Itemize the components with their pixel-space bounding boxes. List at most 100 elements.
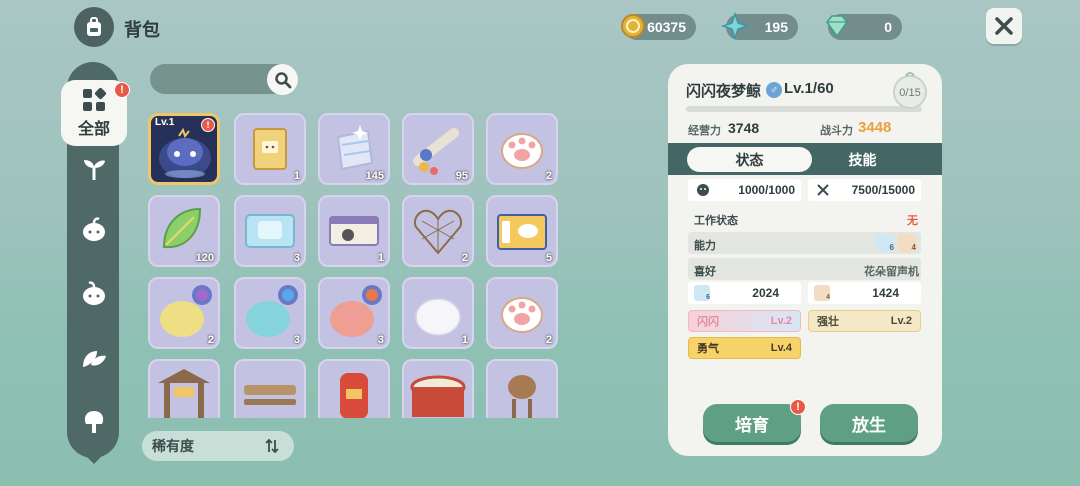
train-alert-badge: ! [790,399,806,415]
ability-label: 能力 [694,240,716,252]
sort-order-icon [265,438,279,454]
inventory-slot-bench[interactable] [234,359,306,418]
inventory-slot-selected-pet[interactable]: Lv.1 ! [148,113,220,185]
trait-level: Lv.4 [770,342,792,354]
tower-icon [508,375,536,418]
item-count: 3 [293,334,300,346]
like-label: 喜好 [694,266,716,278]
inventory-slot-yellow-slime[interactable]: 2 [148,277,220,349]
pet-name: 闪闪夜梦鲸 [686,83,762,100]
close-icon [995,17,1013,35]
face-icon [697,184,709,196]
coin-icon [618,11,648,41]
inventory-slot-shrine[interactable] [148,359,220,418]
pet-level: Lv.1/60 [784,80,834,97]
search-button[interactable] [267,64,298,95]
pet-xp-bar [686,106,922,112]
item-count: 95 [455,170,468,182]
trait-name: 勇气 [697,343,719,355]
nav-tab-leaves[interactable] [74,338,114,378]
trait-strong[interactable]: 强壮 Lv.2 [808,310,921,332]
inventory-slot-tower[interactable] [486,359,558,418]
hand-skill-stat: 4 1424 [808,282,921,304]
close-button[interactable] [986,8,1022,44]
sort-by-rarity-button[interactable]: 稀有度 [142,431,294,461]
inventory-slot-fabric[interactable]: 145 [318,113,390,185]
mood-value: 1000/1000 [738,183,795,197]
lantern-icon [340,373,368,418]
item-count: 3 [377,334,384,346]
tab-status[interactable]: 状态 [687,147,812,172]
inventory-slot-paw-cookie-2[interactable]: 2 [486,277,558,349]
hand-skill-level: 4 [826,294,830,301]
nav-tab-creature[interactable] [74,210,114,250]
tab-skills[interactable]: 技能 [800,147,925,172]
inventory-slot-box[interactable]: 1 [234,113,306,185]
inventory-slot-cyan-slime[interactable]: 3 [234,277,306,349]
tree-icon [84,411,104,433]
item-count: 2 [545,334,552,346]
sort-label: 稀有度 [152,438,194,454]
ability-water-level: 6 [889,243,894,252]
manage-power-value: 3748 [728,120,760,136]
work-state-label: 工作状态 [694,215,738,227]
pet-badge-count: 0/15 [899,87,921,99]
inventory-slot-heart-net[interactable]: 2 [402,195,474,267]
manage-power-label: 经营力 [688,125,721,137]
shrine-icon [158,369,210,418]
trait-name: 闪闪 [697,316,719,328]
item-count: 2 [545,170,552,182]
pet-slot-level: Lv.1 [155,117,175,128]
nav-tab-sprout[interactable] [74,148,114,188]
ability-hand-level: 4 [911,243,916,252]
inventory-slot-fishstick[interactable]: 95 [402,113,474,185]
gem-value: 0 [884,19,892,35]
combat-power-label: 战斗力 [820,125,853,137]
item-count: 3 [293,252,300,264]
trait-level: Lv.2 [770,315,792,327]
gem-icon [822,11,852,41]
gem-counter: 0 [826,14,902,40]
inventory-slot-leaf[interactable]: 120 [148,195,220,267]
coin-counter: 60375 [621,14,696,40]
food-value: 7500/15000 [851,183,915,197]
water-skill-level: 6 [706,294,710,301]
food-stat: 7500/15000 [808,179,921,201]
coin-value: 60375 [647,19,686,35]
item-count: 5 [545,252,552,264]
star-crystal-icon [720,11,750,41]
trait-level: Lv.2 [890,315,912,327]
male-gender-icon: ♂ [766,82,782,98]
trait-name: 强壮 [817,316,839,328]
leaves-icon [83,351,106,367]
inventory-slot-pink-slime[interactable]: 3 [318,277,390,349]
bag-button[interactable] [74,7,114,47]
train-button[interactable]: 培育 [703,404,801,442]
inventory-slot-white-slime[interactable]: 1 [402,277,474,349]
trait-courage[interactable]: 勇气 Lv.4 [688,337,801,359]
inventory-slot-drum[interactable] [402,359,474,418]
item-count: 1 [293,170,300,182]
nav-tab-creature-2[interactable] [74,274,114,314]
nav-tab-tree[interactable] [74,402,114,442]
nav-alert-badge: ! [114,82,130,98]
trait-sparkle[interactable]: 闪闪 Lv.2 [688,310,801,332]
inventory-slot-lantern[interactable] [318,359,390,418]
item-count: 1 [377,252,384,264]
utensils-icon [817,184,829,196]
nav-tab-all-label: 全部 [77,121,110,138]
item-count: 120 [195,252,214,264]
item-count: 145 [365,170,384,182]
inventory-slot-photo-ticket[interactable]: 1 [318,195,390,267]
star-value: 195 [764,19,788,35]
slot-alert-badge: ! [201,118,215,132]
inventory-slot-ice-ticket[interactable]: 3 [234,195,306,267]
release-button[interactable]: 放生 [820,404,918,442]
item-count: 2 [207,334,214,346]
inventory-slot-paw-cookie[interactable]: 2 [486,113,558,185]
like-value: 花朵留声机 [864,266,919,278]
inventory-slot-coupon[interactable]: 5 [486,195,558,267]
inventory-grid: Lv.1 ! 1 145 95 2 120 3 1 2 5 2 3 3 1 2 [148,113,558,418]
water-drop-icon: 6 [694,285,710,301]
hand-skill-value: 1424 [872,286,899,300]
